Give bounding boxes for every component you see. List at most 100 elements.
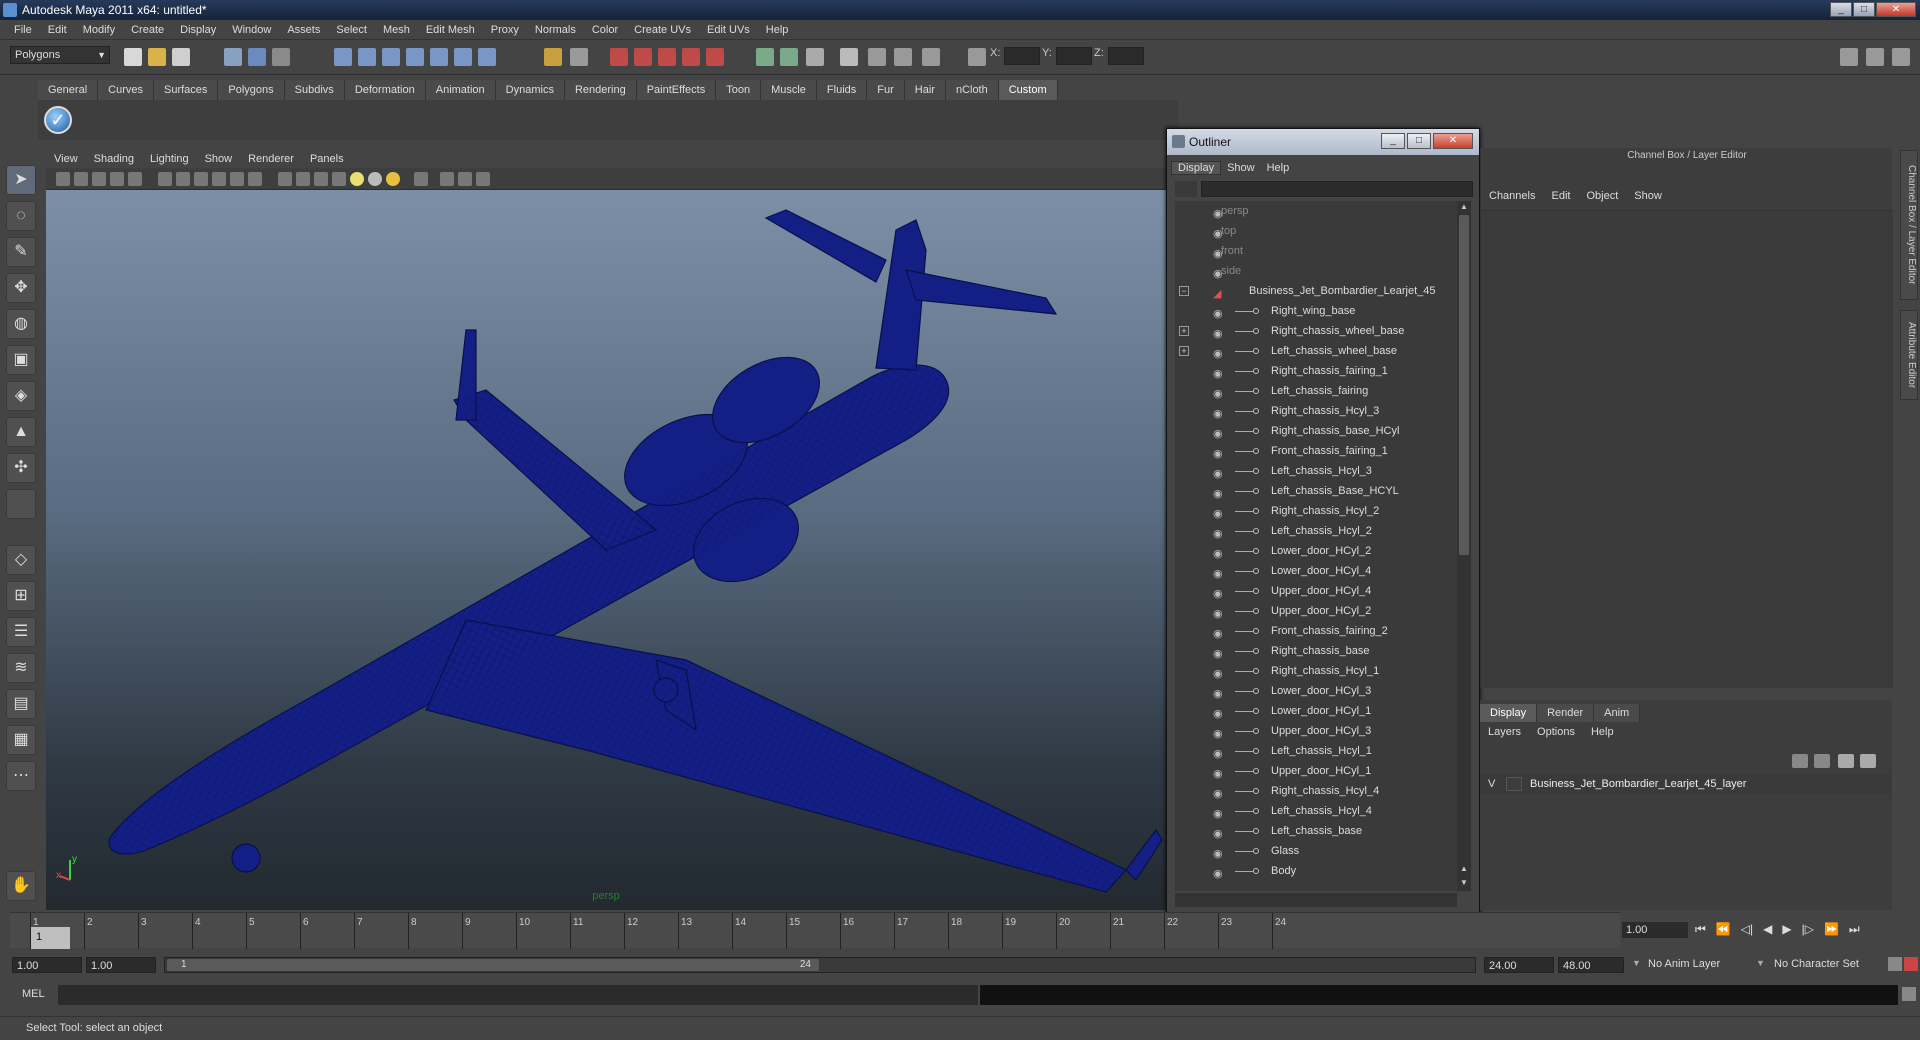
tab-muscle[interactable]: Muscle (761, 80, 817, 100)
animation-preferences-icon[interactable] (1904, 957, 1918, 971)
tab-polygons[interactable]: Polygons (218, 80, 285, 100)
layer-menu-layers[interactable]: Layers (1480, 726, 1529, 738)
input-mode-icon[interactable] (780, 48, 798, 66)
outliner-horizontal-scrollbar[interactable] (1175, 893, 1457, 907)
menu-set-dropdown[interactable]: Polygons ▼ (10, 46, 110, 64)
select-by-hierarchy-icon[interactable] (224, 48, 242, 66)
outliner-minimize-button[interactable]: _ (1381, 133, 1405, 149)
perspective-viewport[interactable]: x y persp (46, 190, 1166, 910)
z-field[interactable] (1108, 47, 1144, 65)
tool-settings-icon[interactable] (868, 48, 886, 66)
tab-painteffects[interactable]: PaintEffects (636, 80, 717, 100)
tab-render-layers[interactable]: Render (1537, 704, 1595, 722)
help-question-icon[interactable] (478, 48, 496, 66)
show-hide-attribute-editor-icon[interactable] (1840, 48, 1858, 66)
outliner-item[interactable]: ◉ Left_chassis_base (1175, 821, 1457, 841)
menu-help[interactable]: Help (758, 24, 797, 36)
wireframe-icon[interactable] (278, 172, 292, 186)
save-scene-icon[interactable] (172, 48, 190, 66)
isolate-select-icon[interactable] (414, 172, 428, 186)
show-manipulator-icon[interactable]: ✣ (6, 453, 36, 483)
channel-box-icon[interactable] (894, 48, 912, 66)
snap-to-view-plane-icon[interactable] (406, 48, 424, 66)
gate-mask-icon[interactable] (212, 172, 226, 186)
outliner-item[interactable]: ◉ Glass (1175, 841, 1457, 861)
start-time-field[interactable]: 1.00 (12, 957, 82, 973)
camera-attributes-icon[interactable] (74, 172, 88, 186)
tab-deformation[interactable]: Deformation (344, 80, 426, 100)
viewport-menu-shading[interactable]: Shading (86, 153, 142, 165)
channel-box-menu-show[interactable]: Show (1626, 190, 1670, 202)
tab-fluids[interactable]: Fluids (816, 80, 868, 100)
tab-toon[interactable]: Toon (716, 80, 762, 100)
outliner-item[interactable]: ◉ Right_chassis_base (1175, 641, 1457, 661)
camera-select-icon[interactable] (570, 48, 588, 66)
outliner-item[interactable]: + ◉ Left_chassis_wheel_base (1175, 341, 1457, 361)
outliner-item[interactable]: ◉ Left_chassis_Hcyl_2 (1175, 521, 1457, 541)
outliner-item-root[interactable]: − ◢ Business_Jet_Bombardier_Learjet_45 (1175, 281, 1457, 301)
outliner-persp-layout-icon[interactable]: ☰ (6, 617, 36, 647)
play-forward-icon[interactable]: ▶ (1782, 922, 1791, 937)
select-tool-icon[interactable]: ➤ (6, 165, 36, 195)
image-plane-icon[interactable] (110, 172, 124, 186)
menu-select[interactable]: Select (328, 24, 375, 36)
scale-tool-icon[interactable]: ▣ (6, 345, 36, 375)
current-frame-field[interactable]: 1.00 (1622, 922, 1688, 938)
lock-icon[interactable] (544, 48, 562, 66)
snap-to-point-icon[interactable] (382, 48, 400, 66)
jet-wireframe-model[interactable] (46, 190, 1166, 910)
menu-display[interactable]: Display (172, 24, 224, 36)
viewport-menu-lighting[interactable]: Lighting (142, 153, 197, 165)
playhead[interactable]: 1 (30, 927, 70, 949)
menu-create[interactable]: Create (123, 24, 172, 36)
quick-layout-icon[interactable]: ✋ (6, 871, 36, 901)
outliner-item-front[interactable]: ◉ front (1175, 241, 1457, 261)
select-camera-icon[interactable] (56, 172, 70, 186)
playback-start-field[interactable]: 1.00 (86, 957, 156, 973)
new-scene-icon[interactable] (124, 48, 142, 66)
tab-surfaces[interactable]: Surfaces (153, 80, 219, 100)
range-slider[interactable]: 1 24 (164, 957, 1476, 973)
menu-proxy[interactable]: Proxy (483, 24, 527, 36)
custom-layout-icon[interactable]: ▦ (6, 725, 36, 755)
history-icon[interactable] (454, 48, 472, 66)
tab-ncloth[interactable]: nCloth (945, 80, 999, 100)
outliner-item[interactable]: ◉ Right_chassis_Hcyl_2 (1175, 501, 1457, 521)
show-hide-channel-box-icon[interactable] (1892, 48, 1910, 66)
anim-layer-dropdown-icon[interactable]: ▼ (1632, 958, 1641, 968)
outliner-item-persp[interactable]: ◉ persp (1175, 201, 1457, 221)
single-perspective-layout-icon[interactable]: ◇ (6, 545, 36, 575)
menu-assets[interactable]: Assets (279, 24, 328, 36)
outliner-item[interactable]: ◉ Left_chassis_Hcyl_4 (1175, 801, 1457, 821)
time-slider[interactable]: 1 1 2 3 4 5 6 7 8 9 10 11 12 13 14 15 16 17 18 19 20 21 22 23 2… (10, 912, 1620, 949)
outliner-item-side[interactable]: ◉ side (1175, 261, 1457, 281)
outliner-vertical-scrollbar[interactable]: ▲ ▲ ▼ (1457, 201, 1471, 891)
new-layer-from-selected-icon[interactable] (1860, 754, 1876, 768)
outliner-menu-show[interactable]: Show (1221, 162, 1261, 174)
outliner-item[interactable]: ◉ Right_chassis_Hcyl_1 (1175, 661, 1457, 681)
smooth-shade-icon[interactable] (296, 172, 310, 186)
hypershade-persp-layout-icon[interactable]: ▤ (6, 689, 36, 719)
scroll-thumb[interactable] (1459, 215, 1469, 555)
mel-input[interactable] (58, 985, 978, 1005)
menu-modify[interactable]: Modify (75, 24, 123, 36)
go-to-end-icon[interactable]: ⏭ (1849, 922, 1860, 937)
tab-animation[interactable]: Animation (425, 80, 496, 100)
snap-to-curve-icon[interactable] (358, 48, 376, 66)
attribute-editor-icon[interactable] (840, 48, 858, 66)
rotate-tool-icon[interactable]: ◍ (6, 309, 36, 339)
textured-icon[interactable] (332, 172, 346, 186)
move-layer-up-icon[interactable] (1792, 754, 1808, 768)
step-back-key-icon[interactable]: ⏪ (1716, 922, 1731, 937)
viewport-menu-renderer[interactable]: Renderer (240, 153, 302, 165)
channel-box-body[interactable] (1481, 210, 1893, 688)
outliner-search-input[interactable] (1201, 181, 1473, 197)
two-d-pan-zoom-icon[interactable] (128, 172, 142, 186)
open-scene-icon[interactable] (148, 48, 166, 66)
menu-edit-uvs[interactable]: Edit UVs (699, 24, 758, 36)
xray-joints-icon[interactable] (458, 172, 472, 186)
outliner-menu-display[interactable]: Display (1171, 161, 1222, 175)
outliner-item[interactable]: ◉ Body (1175, 861, 1457, 881)
y-field[interactable] (1056, 47, 1092, 65)
range-slider-handle[interactable]: 1 24 (167, 959, 819, 971)
